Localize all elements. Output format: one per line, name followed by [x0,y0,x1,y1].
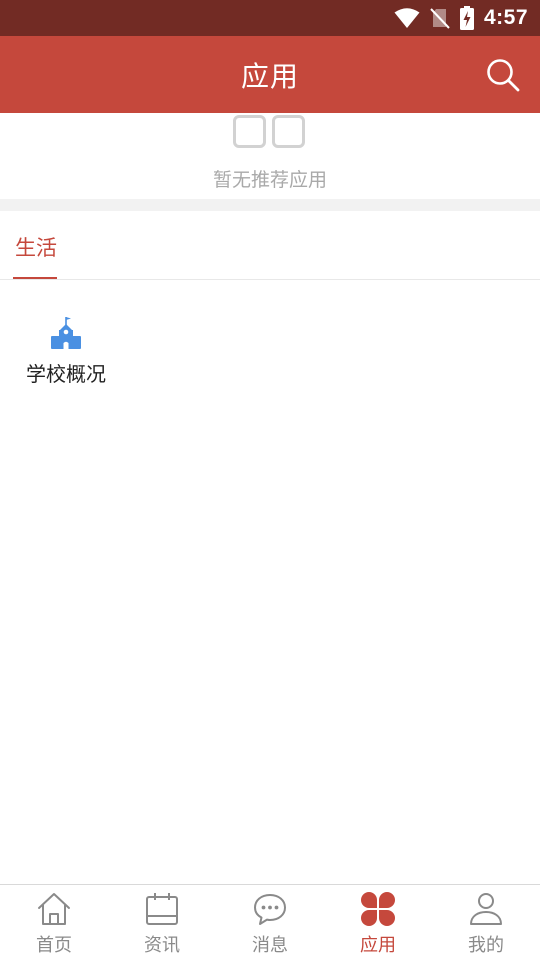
search-icon [487,59,520,92]
nav-label: 首页 [36,935,72,956]
apps-icon [361,892,395,926]
section-divider [0,199,540,211]
nav-label: 消息 [252,935,288,956]
no-sim-icon [430,8,450,29]
tab-label: 生活 [15,236,57,260]
empty-box-left [233,115,266,148]
nav-item-messages[interactable]: 消息 [216,885,324,960]
nav-label: 资讯 [144,935,180,956]
app-label: 学校概况 [26,362,106,386]
nav-item-home[interactable]: 首页 [0,885,108,960]
home-icon [38,893,70,925]
tab-indicator [13,277,57,279]
status-time: 4:57 [483,6,528,29]
page-title: 应用 [240,59,299,93]
app-item-school-overview[interactable]: 学校概况 [20,314,112,390]
school-icon [51,317,81,349]
empty-state-icon [233,115,305,148]
chat-bubble-icon [254,894,286,925]
tab-life[interactable]: 生活 [13,211,57,279]
empty-state-text: 暂无推荐应用 [212,169,327,191]
nav-item-profile[interactable]: 我的 [432,885,540,960]
user-icon [470,893,502,925]
nav-label: 我的 [468,935,504,956]
status-icons: 4:57 [394,0,528,36]
nav-label: 应用 [360,935,396,956]
status-bar: 4:57 [0,0,540,36]
bottom-nav: 首页 资讯 消息 应用 我的 [0,884,540,960]
nav-item-apps[interactable]: 应用 [324,885,432,960]
app-bar: 应用 [0,36,540,113]
search-button[interactable] [486,58,520,92]
battery-charging-icon [459,6,474,30]
wifi-icon [394,8,420,28]
calendar-icon [146,893,178,925]
empty-box-right [272,115,305,148]
recommended-apps-section: 暂无推荐应用 [0,113,540,199]
nav-item-news[interactable]: 资讯 [108,885,216,960]
category-tabs: 生活 [0,211,540,280]
